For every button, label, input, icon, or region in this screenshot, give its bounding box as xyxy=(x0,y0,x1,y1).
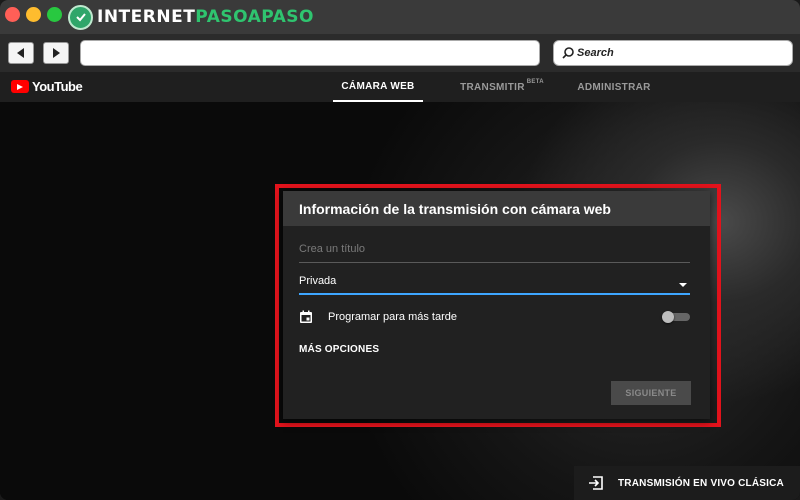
schedule-toggle[interactable] xyxy=(662,311,690,323)
logo-accent: PASOAPASO xyxy=(195,7,314,27)
youtube-play-icon xyxy=(11,80,29,93)
logo-badge-icon xyxy=(68,4,93,30)
title-bar: INTERNETPASOAPASO xyxy=(0,0,800,34)
privacy-value: Privada xyxy=(299,275,337,287)
forward-arrow-icon xyxy=(53,48,60,58)
tab-manage[interactable]: ADMINISTRAR xyxy=(570,72,658,102)
classic-live-label: TRANSMISIÓN EN VIVO CLÁSICA xyxy=(618,477,784,489)
address-bar[interactable] xyxy=(80,40,540,66)
back-button[interactable] xyxy=(8,42,34,64)
youtube-logo-text: YouTube xyxy=(32,79,83,94)
logo-prefix: INTERNET xyxy=(97,7,196,27)
browser-toolbar: Search xyxy=(0,34,800,72)
youtube-header: YouTube CÁMARA WEB TRANSMITIR BETA ADMINI… xyxy=(0,72,800,102)
back-arrow-icon xyxy=(17,48,24,58)
exit-to-app-icon xyxy=(589,476,603,490)
next-button[interactable]: SIGUIENTE xyxy=(611,381,691,405)
schedule-row: Programar para más tarde xyxy=(299,308,690,326)
minimize-window-button[interactable] xyxy=(26,7,41,22)
beta-badge: BETA xyxy=(526,79,544,85)
dropdown-caret-icon xyxy=(679,283,687,287)
tab-webcam[interactable]: CÁMARA WEB xyxy=(333,72,423,102)
privacy-select[interactable]: Privada xyxy=(299,275,690,295)
more-options-button[interactable]: MÁS OPCIONES xyxy=(299,344,379,355)
title-input[interactable]: Crea un título xyxy=(299,243,690,263)
tab-webcam-label: CÁMARA WEB xyxy=(341,80,415,92)
classic-live-button[interactable]: TRANSMISIÓN EN VIVO CLÁSICA xyxy=(574,466,800,500)
tab-stream[interactable]: TRANSMITIR BETA xyxy=(452,72,552,102)
browser-window: INTERNETPASOAPASO Search YouTube CÁMARA … xyxy=(0,0,800,500)
search-placeholder: Search xyxy=(577,47,614,59)
site-logo: INTERNETPASOAPASO xyxy=(68,4,314,30)
toggle-knob xyxy=(662,311,674,323)
tab-stream-label: TRANSMITIR xyxy=(460,81,525,93)
search-field[interactable]: Search xyxy=(553,40,793,66)
close-window-button[interactable] xyxy=(5,7,20,22)
tab-manage-label: ADMINISTRAR xyxy=(577,81,651,93)
forward-button[interactable] xyxy=(43,42,69,64)
search-icon xyxy=(562,47,574,59)
stream-info-dialog: Información de la transmisión con cámara… xyxy=(283,191,710,419)
zoom-window-button[interactable] xyxy=(47,7,62,22)
calendar-icon xyxy=(300,310,312,323)
logo-text: INTERNETPASOAPASO xyxy=(97,7,314,27)
schedule-label: Programar para más tarde xyxy=(328,311,457,323)
dialog-title: Información de la transmisión con cámara… xyxy=(283,191,710,226)
youtube-logo[interactable]: YouTube xyxy=(11,79,83,94)
